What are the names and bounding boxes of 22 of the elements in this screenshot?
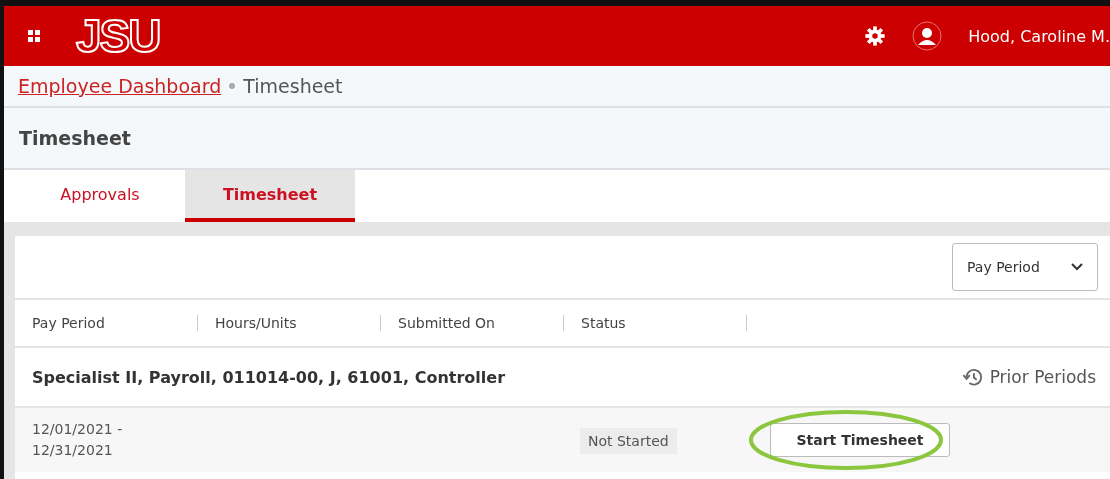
pay-period-cell-text: 12/01/2021 - 12/31/2021 — [32, 420, 124, 460]
column-header: Status — [581, 315, 747, 331]
history-icon — [961, 366, 984, 388]
settings-icon[interactable] — [864, 25, 887, 47]
breadcrumb-current: Timesheet — [243, 75, 343, 97]
start-timesheet-button[interactable]: Start Timesheet — [770, 423, 950, 457]
tab[interactable]: Timesheet — [185, 170, 355, 222]
column-header: Pay Period — [32, 315, 198, 331]
logo[interactable]: JSU — [76, 13, 160, 59]
job-title: Specialist II, Payroll, 011014-00, J, 61001, Controller — [32, 367, 506, 387]
status-badge: Not Started — [580, 427, 677, 454]
page-title: Timesheet — [19, 127, 131, 149]
app-grid-icon[interactable] — [28, 30, 40, 42]
column-header: Submitted On — [398, 315, 564, 331]
user-avatar-icon[interactable] — [912, 21, 943, 51]
breadcrumb-separator — [229, 83, 236, 89]
pay-period-dropdown[interactable]: Pay Period — [952, 243, 1098, 291]
prior-periods-link[interactable]: Prior Periods — [961, 366, 1096, 388]
chevron-down-icon — [1071, 263, 1083, 271]
breadcrumb-link[interactable]: Employee Dashboard — [18, 75, 222, 97]
column-header: Hours/Units — [215, 315, 381, 331]
user-name[interactable]: Hood, Caroline M. — [968, 26, 1110, 46]
